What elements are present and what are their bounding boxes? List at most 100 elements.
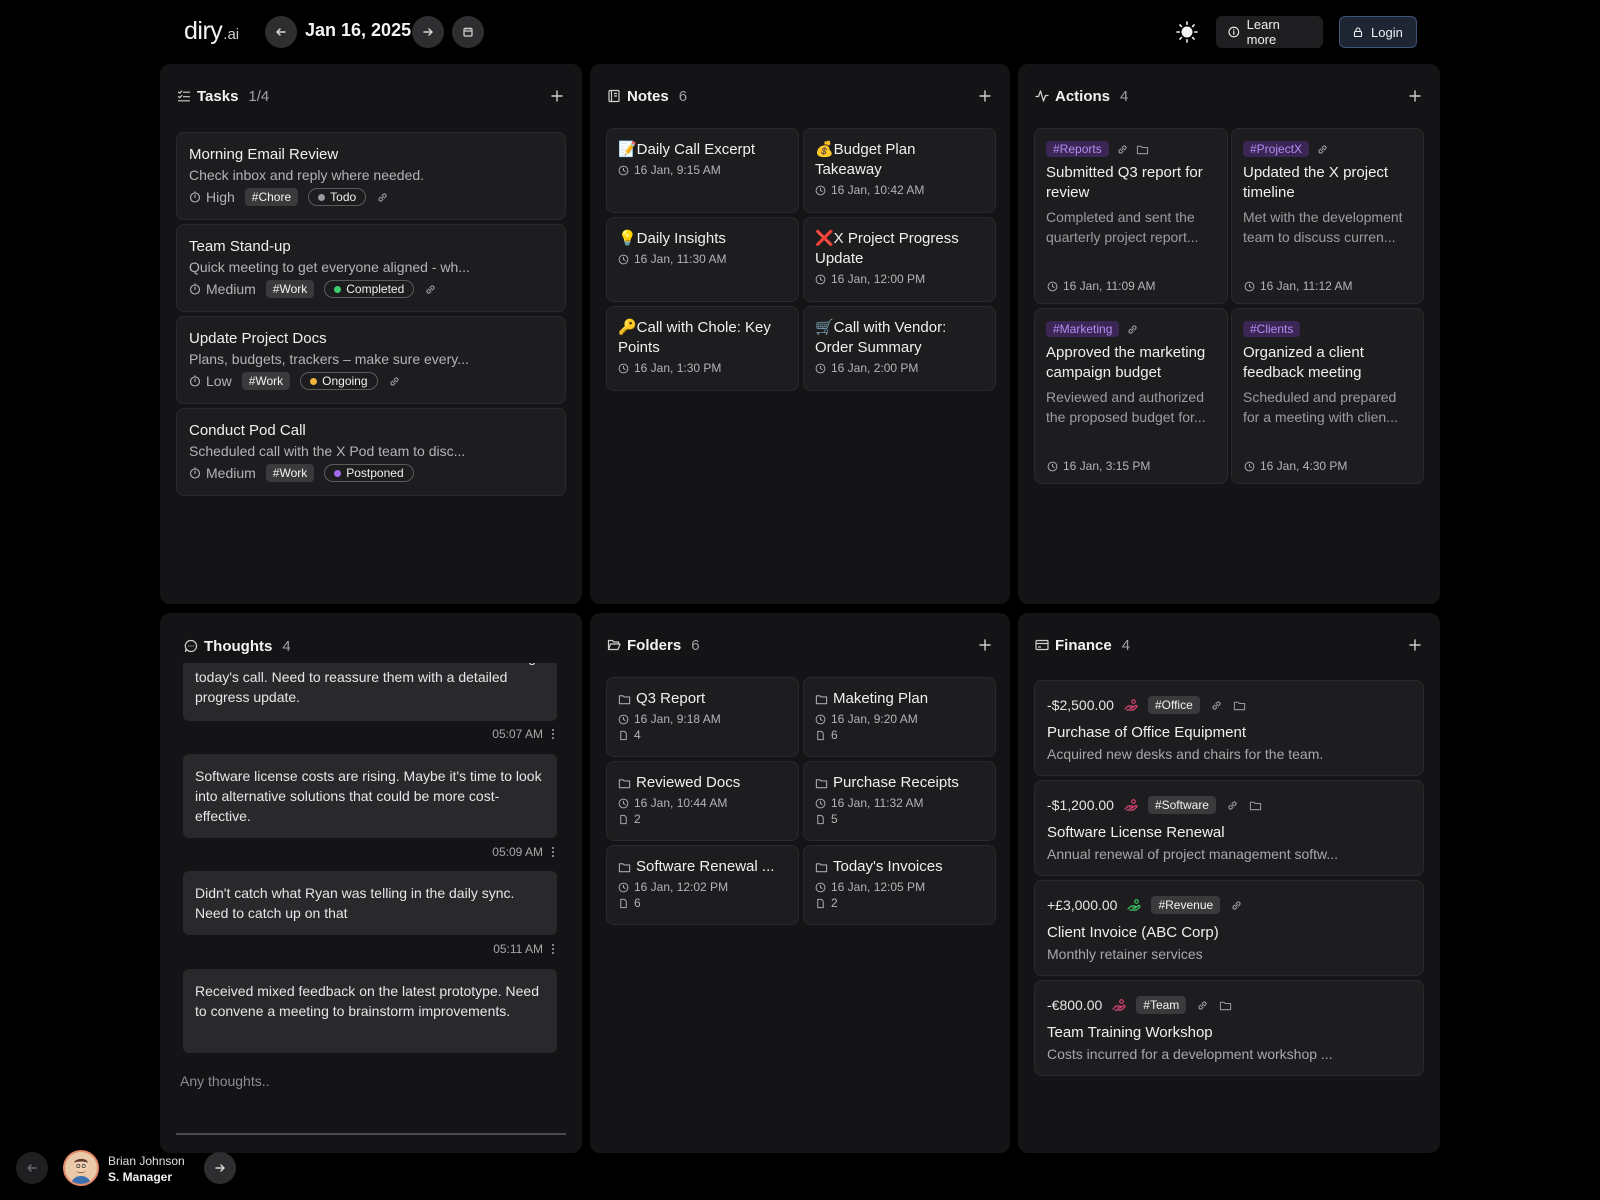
folders-header: Folders 6 [607, 635, 993, 655]
more-vertical-icon[interactable] [551, 846, 555, 858]
thoughts-list[interactable]: The client seemed concerned about the ti… [183, 663, 558, 1058]
folder-icon[interactable] [1249, 799, 1262, 812]
link-icon[interactable] [1196, 999, 1209, 1012]
action-tag[interactable]: #Marketing [1046, 321, 1120, 337]
action-title: Submitted Q3 report for review [1046, 164, 1203, 201]
transaction-tag[interactable]: #Software [1147, 796, 1216, 814]
thoughts-panel: Thoughts 4 The client seemed concerned a… [160, 613, 582, 1153]
link-icon[interactable] [1230, 899, 1243, 912]
transaction-tag[interactable]: #Office [1147, 696, 1200, 714]
task-tag[interactable]: #Work [265, 280, 315, 298]
login-button[interactable]: Login [1339, 16, 1417, 48]
add-task-icon[interactable] [549, 88, 565, 104]
folder-card[interactable]: Purchase Receipts 16 Jan, 11:32 AM 5 [803, 761, 996, 841]
actions-header: Actions 4 [1035, 86, 1423, 106]
add-transaction-icon[interactable] [1407, 637, 1423, 653]
thought-timestamp: 05:09 AM [492, 845, 555, 859]
action-card[interactable]: #ProjectX Updated the X project timeline… [1231, 128, 1424, 304]
link-icon[interactable] [388, 375, 401, 388]
note-card[interactable]: 💰Budget Plan Takeaway 16 Jan, 10:42 AM [803, 128, 996, 213]
link-icon[interactable] [376, 191, 389, 204]
add-note-icon[interactable] [977, 88, 993, 104]
transaction-title: Software License Renewal [1047, 824, 1225, 841]
folder-icon[interactable] [1219, 999, 1232, 1012]
task-title: Conduct Pod Call [189, 422, 306, 439]
link-icon[interactable] [1126, 323, 1139, 336]
calendar-button[interactable] [452, 16, 484, 48]
link-icon[interactable] [424, 283, 437, 296]
current-date[interactable]: Jan 16, 2025 [305, 20, 411, 41]
finance-title: Finance [1055, 636, 1112, 654]
task-card[interactable]: Update Project Docs Plans, budgets, trac… [176, 316, 566, 404]
note-title: 📝Daily Call Excerpt [618, 141, 756, 158]
action-tag[interactable]: #Clients [1243, 321, 1301, 337]
folder-icon[interactable] [1136, 143, 1149, 156]
previous-user-button[interactable] [16, 1152, 48, 1184]
add-action-icon[interactable] [1407, 88, 1423, 104]
action-card[interactable]: #Reports Submitted Q3 report for review … [1034, 128, 1228, 304]
note-card[interactable]: 🛒Call with Vendor: Order Summary 16 Jan,… [803, 306, 996, 391]
learn-more-button[interactable]: Learn more [1216, 16, 1323, 48]
calendar-icon [463, 27, 473, 37]
note-card[interactable]: ❌X Project Progress Update 16 Jan, 12:00… [803, 217, 996, 302]
task-status[interactable]: Completed [324, 280, 415, 298]
note-card[interactable]: 🔑Call with Chole: Key Points 16 Jan, 1:3… [606, 306, 799, 391]
transaction-card[interactable]: +£3,000.00 #Revenue Client Invoice (ABC … [1034, 880, 1424, 976]
clock-icon [815, 798, 826, 808]
link-icon[interactable] [1116, 143, 1129, 156]
thoughts-count: 4 [282, 637, 291, 655]
avatar[interactable] [63, 1150, 99, 1186]
link-icon[interactable] [1316, 143, 1329, 156]
action-tag[interactable]: #Reports [1046, 141, 1109, 157]
notebook-icon [608, 89, 620, 103]
notes-count: 6 [678, 87, 688, 105]
task-card[interactable]: Conduct Pod Call Scheduled call with the… [176, 408, 566, 496]
action-card[interactable]: #Clients Organized a client feedback mee… [1231, 308, 1424, 484]
theme-toggle-button[interactable] [1175, 20, 1199, 44]
previous-day-button[interactable] [265, 16, 297, 48]
link-icon[interactable] [1210, 699, 1223, 712]
transaction-tag[interactable]: #Team [1136, 996, 1187, 1014]
task-status[interactable]: Postponed [324, 464, 414, 482]
folder-icon[interactable] [1233, 699, 1246, 712]
transaction-tag[interactable]: #Revenue [1151, 896, 1221, 914]
more-vertical-icon[interactable] [551, 728, 555, 740]
thought-bubble[interactable]: Software license costs are rising. Maybe… [183, 754, 557, 838]
task-status[interactable]: Todo [308, 188, 367, 206]
task-status[interactable]: Ongoing [300, 372, 378, 390]
note-card[interactable]: 💡Daily Insights 16 Jan, 11:30 AM [606, 217, 799, 302]
more-vertical-icon[interactable] [551, 943, 555, 955]
link-icon[interactable] [1226, 799, 1239, 812]
next-day-button[interactable] [412, 16, 444, 48]
action-tag[interactable]: #ProjectX [1243, 141, 1310, 157]
note-card[interactable]: 📝Daily Call Excerpt 16 Jan, 9:15 AM [606, 128, 799, 213]
transaction-card[interactable]: -€800.00 #Team Team Training Workshop Co… [1034, 980, 1424, 1076]
task-card[interactable]: Team Stand-up Quick meeting to get every… [176, 224, 566, 312]
folder-card[interactable]: Today's Invoices 16 Jan, 12:05 PM 2 [803, 845, 996, 925]
transaction-card[interactable]: -$2,500.00 #Office Purchase of Office Eq… [1034, 680, 1424, 776]
task-card[interactable]: Morning Email Review Check inbox and rep… [176, 132, 566, 220]
folder-card[interactable]: Q3 Report 16 Jan, 9:18 AM 4 [606, 677, 799, 757]
next-user-button[interactable] [204, 1152, 236, 1184]
action-title: Organized a client feedback meeting [1243, 344, 1364, 381]
task-description: Quick meeting to get everyone aligned - … [189, 259, 470, 275]
task-description: Scheduled call with the X Pod team to di… [189, 443, 466, 459]
task-tag[interactable]: #Work [265, 464, 315, 482]
add-folder-icon[interactable] [977, 637, 993, 653]
thought-bubble[interactable]: Didn't catch what Ryan was telling in th… [183, 871, 557, 935]
folder-card[interactable]: Maketing Plan 16 Jan, 9:20 AM 6 [803, 677, 996, 757]
action-card[interactable]: #Marketing Approved the marketing campai… [1034, 308, 1228, 484]
task-tag[interactable]: #Chore [244, 188, 299, 206]
transaction-card[interactable]: -$1,200.00 #Software Software License Re… [1034, 780, 1424, 876]
folder-card[interactable]: Reviewed Docs 16 Jan, 10:44 AM 2 [606, 761, 799, 841]
user-role: S. Manager [108, 1170, 173, 1184]
status-label: Ongoing [322, 374, 368, 388]
thought-input[interactable]: Any thoughts.. [180, 1073, 270, 1089]
folder-card[interactable]: Software Renewal ... 16 Jan, 12:02 PM 6 [606, 845, 799, 925]
logo[interactable]: diry .ai [184, 17, 239, 46]
logo-main: diry [184, 17, 223, 45]
task-tag[interactable]: #Work [241, 372, 291, 390]
thought-bubble[interactable]: Received mixed feedback on the latest pr… [183, 969, 557, 1053]
arrow-right-icon [423, 28, 433, 36]
thought-bubble[interactable]: The client seemed concerned about the ti… [183, 663, 557, 721]
